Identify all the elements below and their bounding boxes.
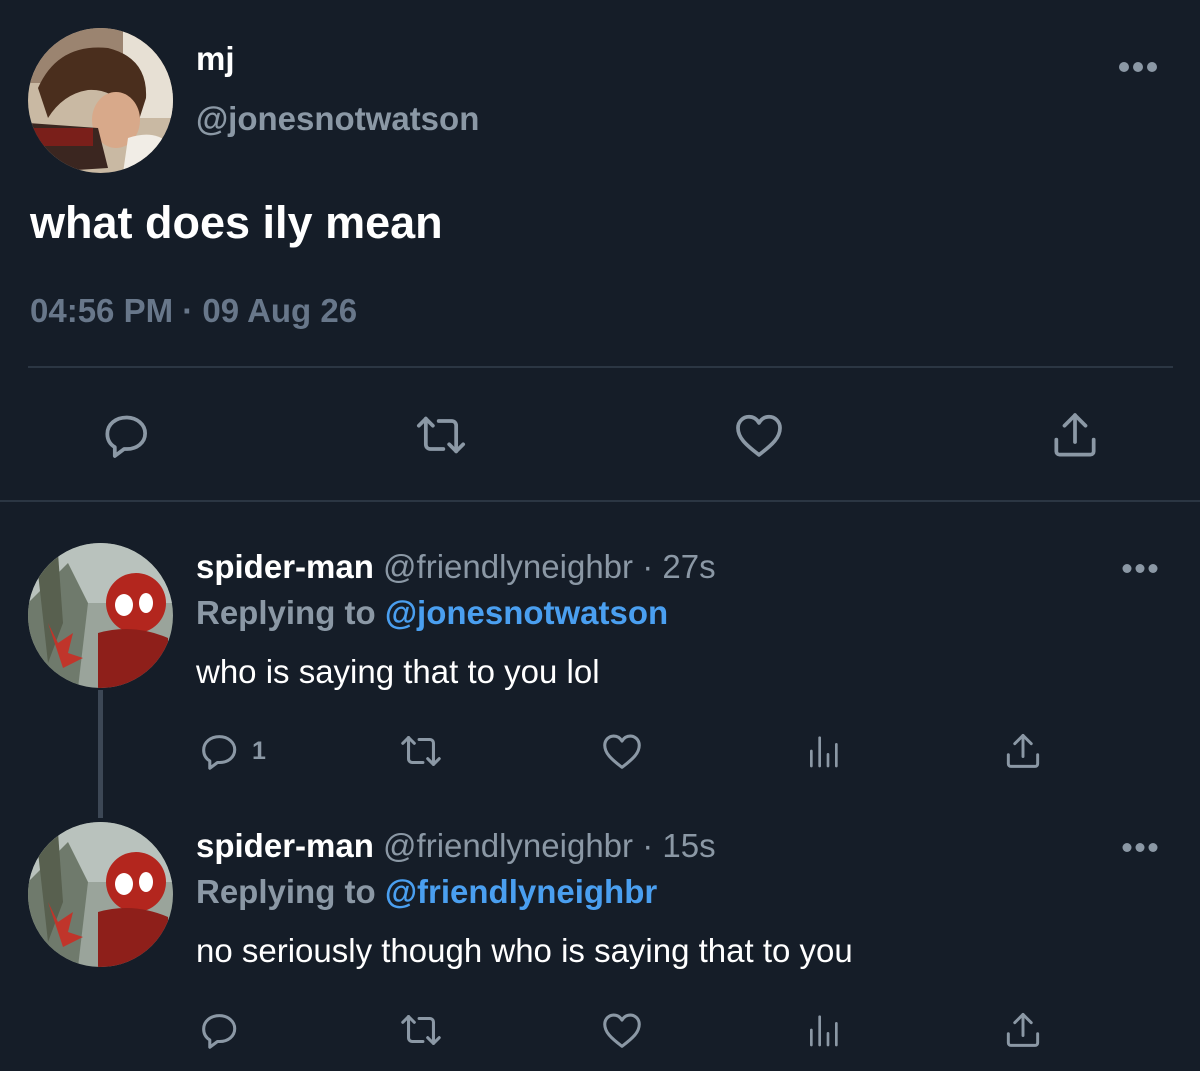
display-name[interactable]: spider-man (196, 827, 374, 864)
tweet-text: who is saying that to you lol (196, 653, 600, 690)
share-icon[interactable] (1000, 728, 1046, 774)
replying-to: Replying to @friendlyneighbr (196, 873, 657, 911)
display-name[interactable]: mj (196, 40, 235, 78)
retweet-icon[interactable] (394, 1007, 448, 1053)
replying-label: Replying to (196, 594, 376, 631)
replying-label: Replying to (196, 873, 376, 910)
share-icon[interactable] (1000, 1007, 1046, 1053)
reply-header: spider-man @friendlyneighbr · 27s (196, 548, 716, 586)
reply-header: spider-man @friendlyneighbr · 15s (196, 827, 716, 865)
share-icon[interactable] (1045, 405, 1105, 465)
reply-icon[interactable] (196, 1007, 242, 1053)
reply-icon[interactable] (96, 405, 156, 465)
more-options-icon[interactable] (1122, 561, 1158, 579)
like-icon[interactable] (729, 405, 789, 465)
divider (0, 500, 1200, 502)
reply-count: 1 (252, 737, 266, 765)
retweet-icon[interactable] (408, 405, 474, 465)
analytics-icon[interactable] (800, 1007, 846, 1053)
retweet-icon[interactable] (394, 728, 448, 774)
tweet-age[interactable]: 15s (662, 827, 715, 864)
avatar[interactable] (28, 28, 173, 173)
mention-link[interactable]: @friendlyneighbr (385, 873, 657, 910)
tweet-age[interactable]: 27s (662, 548, 715, 585)
like-icon[interactable] (598, 728, 646, 774)
reply-icon[interactable] (196, 728, 242, 774)
more-options-icon[interactable] (1122, 840, 1158, 858)
like-icon[interactable] (598, 1007, 646, 1053)
separator-dot: · (182, 292, 194, 329)
mention-link[interactable]: @jonesnotwatson (385, 594, 668, 631)
avatar[interactable] (28, 543, 173, 688)
user-handle[interactable]: @friendlyneighbr (383, 827, 633, 864)
tweet-time: 04:56 PM (30, 292, 174, 329)
more-options-icon[interactable] (1118, 60, 1158, 78)
user-handle[interactable]: @jonesnotwatson (196, 100, 479, 138)
separator-dot: · (642, 548, 654, 585)
tweet-text: what does ily mean (30, 197, 443, 248)
display-name[interactable]: spider-man (196, 548, 374, 585)
divider (28, 366, 1173, 368)
separator-dot: · (642, 827, 654, 864)
user-handle[interactable]: @friendlyneighbr (383, 548, 633, 585)
tweet-date: 09 Aug 26 (202, 292, 358, 329)
tweet-text: no seriously though who is saying that t… (196, 932, 853, 969)
avatar[interactable] (28, 822, 173, 967)
replying-to: Replying to @jonesnotwatson (196, 594, 668, 632)
analytics-icon[interactable] (800, 728, 846, 774)
tweet-timestamp[interactable]: 04:56 PM · 09 Aug 26 (30, 292, 357, 330)
thread-line (98, 690, 103, 818)
